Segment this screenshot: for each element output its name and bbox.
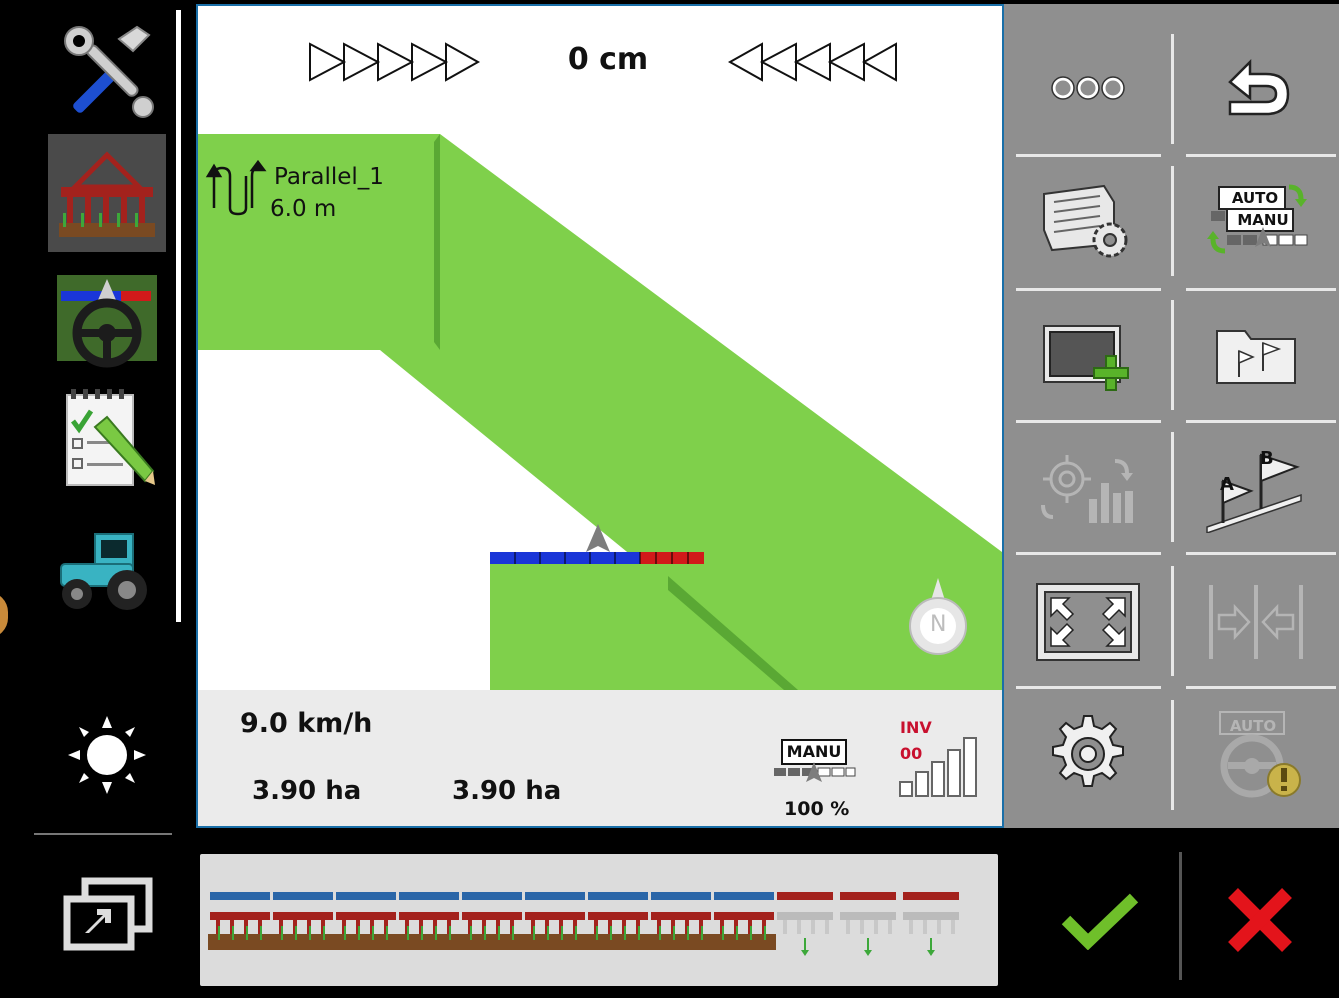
boom-section [651,892,711,900]
checkmark-icon [1061,893,1139,950]
auto-disabled-label: AUTO [1229,717,1277,735]
shift-line-icon [1209,585,1303,659]
settings-button[interactable] [1008,690,1168,818]
close-icon [1228,888,1292,952]
add-field-icon [1043,325,1129,391]
boom-sections-graphic [208,892,959,956]
softkey-panel: AUTO MANU A B AUTO [1004,4,1339,828]
boom-section [525,892,585,900]
seeder-icon[interactable] [48,134,166,252]
shift-line-button [1176,558,1336,686]
signal-strength-icon [899,737,977,797]
steer-left-arrows [727,42,897,82]
ab-lines-folder-button[interactable] [1176,292,1336,420]
section-percent: 100 % [784,798,850,820]
ab-line-button[interactable]: A B [1176,424,1336,552]
return-button[interactable] [1176,24,1336,152]
boom-section [273,892,333,900]
boom-section [588,892,648,900]
sidebar-divider [34,833,172,835]
worked-area-readout: 3.90 ha [252,776,362,806]
auto-steer-button: AUTO [1176,690,1336,818]
more-icon [1051,76,1125,100]
field-settings-button[interactable] [1008,158,1168,286]
settings-gear-icon [1052,715,1124,787]
recalibrate-icon [1041,455,1133,523]
screen-edge-marker [0,592,8,638]
worked-area-current [490,554,800,690]
deviation-readout: 0 cm [567,42,649,77]
boom-section [777,892,833,900]
total-area-readout: 3.90 ha [452,776,562,806]
sidebar [18,0,196,998]
boom-section [714,892,774,900]
boom-section [336,892,396,900]
compass-north-label: N [930,612,947,637]
new-field-button[interactable] [1008,292,1168,420]
boom-section [210,892,270,900]
ab-folder-icon [1216,330,1296,384]
window-switch-icon[interactable] [48,856,166,974]
brightness-icon[interactable] [48,696,166,814]
more-button[interactable] [1008,24,1168,152]
tools-icon[interactable] [48,12,166,130]
zoom-to-fit-button[interactable] [1008,558,1168,686]
bottom-divider [1179,852,1182,980]
manu-mode-indicator: MANU [774,738,856,788]
boom-section [903,892,959,900]
field-settings-icon [1043,184,1128,258]
auto-label: AUTO [1231,189,1279,207]
sidebar-scrollbar[interactable] [176,10,181,622]
point-a-label: A [1220,474,1234,495]
tractor-icon[interactable] [48,510,166,628]
map-view[interactable]: 0 cm Parallel_1 6.0 m N 9.0 km/h 3.90 ha… [196,4,1004,828]
speed-readout: 9.0 km/h [240,708,373,739]
steering-wheel-icon[interactable] [48,262,166,380]
manu-badge-label: MANU [786,742,842,761]
auto-manu-toggle-button[interactable]: AUTO MANU [1176,158,1336,286]
boom-section [462,892,522,900]
confirm-button[interactable] [1030,850,1170,990]
guidance-line-name: Parallel_1 [274,164,384,190]
checklist-icon[interactable] [48,380,166,498]
ab-line-icon [1206,453,1302,533]
boom-section [840,892,896,900]
boom-section-bar[interactable] [200,854,998,986]
cancel-button[interactable] [1190,850,1330,990]
point-b-label: B [1260,448,1274,469]
recalibrate-button [1008,424,1168,552]
steer-right-arrows [309,42,481,82]
return-icon [1228,58,1290,116]
zoom-fit-icon [1036,583,1140,661]
working-width: 6.0 m [270,196,337,222]
boom-section [399,892,459,900]
manu-label: MANU [1237,211,1289,229]
